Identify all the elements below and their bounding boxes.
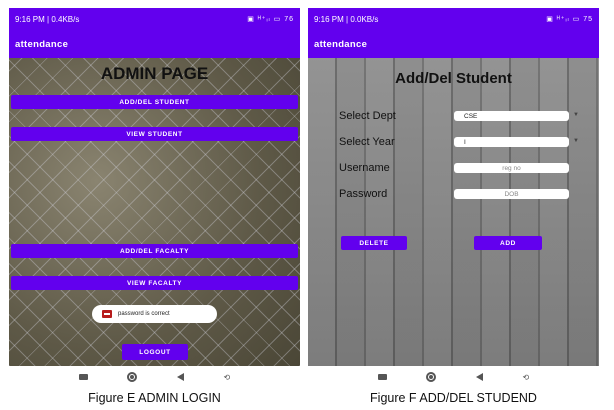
toast-message: password is correct [92, 305, 217, 323]
status-bar: 9:16 PM | 0.4KB/s ▣ ᴴ⁺ᵢₗ ▭ 76 [9, 8, 300, 30]
logout-button[interactable]: LOGOUT [122, 344, 188, 360]
add-del-student-screen: 9:16 PM | 0.0KB/s ▣ ᴴ⁺ᵢₗ ▭ 75 attendance… [308, 8, 599, 366]
admin-content: ADMIN PAGE ADD/DEL STUDENT VIEW STUDENT … [9, 58, 300, 366]
view-student-button[interactable]: VIEW STUDENT [11, 127, 298, 141]
add-del-student-button[interactable]: ADD/DEL STUDENT [11, 95, 298, 109]
status-bar: 9:16 PM | 0.0KB/s ▣ ᴴ⁺ᵢₗ ▭ 75 [308, 8, 599, 30]
dept-select[interactable]: CSE [454, 111, 569, 121]
app-bar: attendance [308, 30, 599, 58]
view-faculty-button[interactable]: VIEW FACALTY [11, 276, 298, 290]
home-icon[interactable] [127, 372, 138, 382]
status-icons: ▣ ᴴ⁺ᵢₗ ▭ 75 [546, 16, 593, 23]
figure-caption-left: Figure E ADMIN LOGIN [88, 391, 221, 405]
add-button[interactable]: ADD [474, 236, 542, 250]
password-input[interactable]: DOB [454, 189, 569, 199]
back-icon[interactable] [475, 373, 483, 381]
rotate-icon[interactable]: ⟲ [522, 373, 529, 382]
dept-label: Select Dept [339, 110, 396, 122]
toast-text: password is correct [118, 311, 170, 317]
system-nav-bar: ⟲ [9, 366, 300, 388]
system-nav-bar: ⟲ [308, 366, 599, 388]
chevron-down-icon[interactable]: ▼ [573, 138, 579, 144]
add-del-faculty-button[interactable]: ADD/DEL FACALTY [11, 244, 298, 258]
student-form: Add/Del Student Select Dept CSE ▼ Select… [308, 58, 599, 366]
app-icon [102, 310, 112, 318]
page-title: Add/Del Student [395, 70, 512, 87]
year-select[interactable]: I [454, 137, 569, 147]
recent-apps-icon[interactable] [377, 374, 387, 380]
status-time: 9:16 PM | 0.4KB/s [15, 14, 80, 24]
app-title: attendance [15, 38, 69, 50]
figure-caption-right: Figure F ADD/DEL STUDEND [370, 391, 537, 405]
username-input[interactable]: reg no [454, 163, 569, 173]
delete-button[interactable]: DELETE [341, 236, 407, 250]
year-label: Select Year [339, 136, 395, 148]
admin-screen: 9:16 PM | 0.4KB/s ▣ ᴴ⁺ᵢₗ ▭ 76 attendance… [9, 8, 300, 366]
chevron-down-icon[interactable]: ▼ [573, 112, 579, 118]
status-icons: ▣ ᴴ⁺ᵢₗ ▭ 76 [247, 16, 294, 23]
app-bar: attendance [9, 30, 300, 58]
home-icon[interactable] [426, 372, 437, 382]
back-icon[interactable] [176, 373, 184, 381]
password-label: Password [339, 188, 388, 200]
recent-apps-icon[interactable] [78, 374, 88, 380]
rotate-icon[interactable]: ⟲ [223, 373, 230, 382]
app-title: attendance [314, 38, 368, 50]
status-time: 9:16 PM | 0.0KB/s [314, 14, 379, 24]
page-title: ADMIN PAGE [100, 64, 209, 83]
username-label: Username [339, 162, 390, 174]
